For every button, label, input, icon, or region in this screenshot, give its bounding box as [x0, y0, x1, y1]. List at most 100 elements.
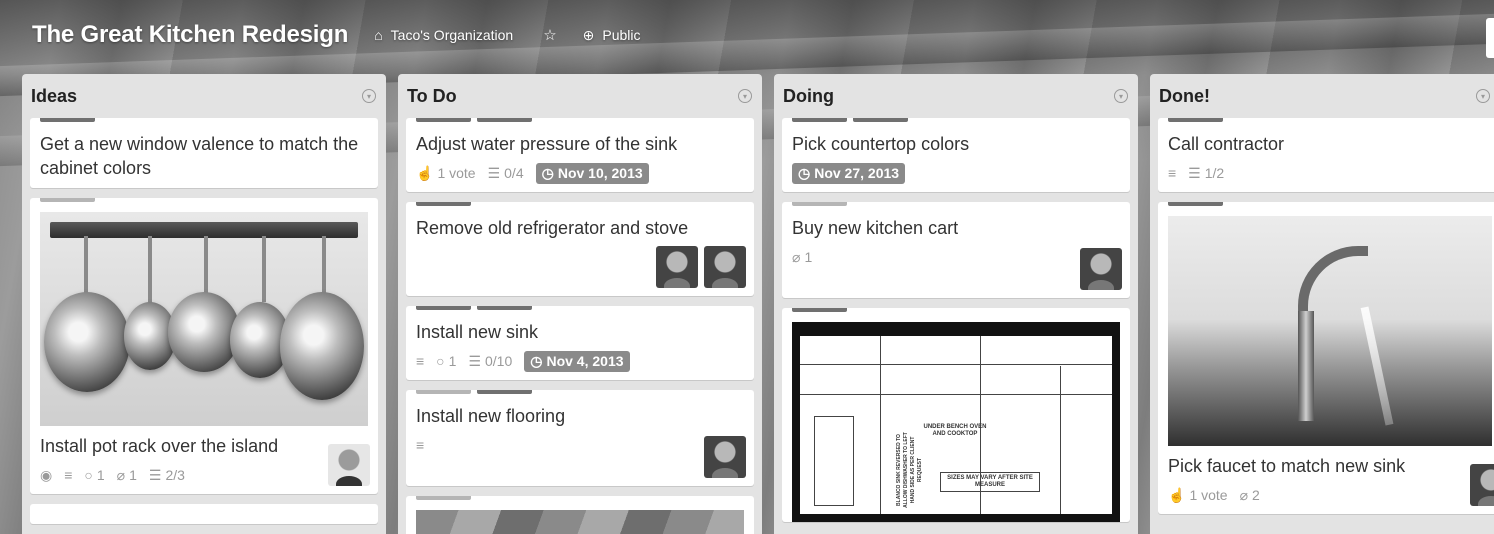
list-done: Done! ▾ Call contractor ≡ ☰ 1/2 Pick fauc… — [1150, 74, 1494, 534]
card-title: Install new sink — [416, 322, 539, 342]
comments-badge: ○ 1 — [84, 467, 104, 483]
comments-count: 1 — [96, 467, 105, 483]
comment-icon: ○ — [84, 467, 93, 483]
list-header: Done! ▾ — [1158, 74, 1494, 118]
chevron-circle-icon[interactable]: ▾ — [362, 89, 376, 103]
card-members — [1074, 248, 1122, 290]
plan-line — [800, 394, 1112, 395]
clock-icon: ◷ — [541, 164, 554, 181]
organization-link[interactable]: ⌂ Taco's Organization — [374, 27, 513, 43]
votes-count: 1 vote — [437, 165, 476, 181]
card-label — [853, 118, 908, 122]
pan-handle — [204, 236, 208, 296]
avatar[interactable] — [328, 444, 370, 486]
list-title[interactable]: Doing — [783, 86, 834, 107]
card-label — [40, 118, 95, 122]
chevron-circle-icon[interactable]: ▾ — [1476, 89, 1490, 103]
board-title[interactable]: The Great Kitchen Redesign — [32, 21, 348, 49]
card[interactable]: UNDER BENCH OVEN AND COOKTOP SIZES MAY V… — [782, 308, 1130, 522]
plan-line — [800, 364, 1112, 365]
due-date: Nov 10, 2013 — [557, 165, 643, 181]
attachments-badge: ⌀ 2 — [1240, 487, 1260, 504]
votes-badge: ☝ 1 vote — [1168, 487, 1228, 504]
clock-icon: ◷ — [530, 352, 543, 369]
visibility-button[interactable]: ⊕ Public — [583, 27, 641, 44]
organization-label: Taco's Organization — [390, 27, 514, 43]
card-label — [1168, 118, 1223, 122]
checklist-icon: ☰ — [487, 164, 501, 181]
card[interactable] — [30, 504, 378, 524]
card[interactable]: Buy new kitchen cart ⌀ 1 — [782, 202, 1130, 298]
pan-handle — [262, 236, 266, 302]
avatar[interactable] — [1080, 248, 1122, 290]
card-members — [322, 444, 370, 486]
checklist-badge: ☰ 0/4 — [488, 165, 524, 182]
checklist-icon: ☰ — [1188, 164, 1201, 181]
description-icon: ≡ — [1168, 165, 1177, 181]
org-icon: ⌂ — [374, 27, 383, 43]
checklist-icon: ☰ — [148, 466, 162, 483]
paperclip-icon: ⌀ — [1239, 486, 1249, 503]
due-date-badge[interactable]: ◷ Nov 10, 2013 — [535, 162, 649, 184]
list-to-do: To Do ▾ Adjust water pressure of the sin… — [398, 74, 762, 534]
card-label — [792, 202, 847, 206]
card-title: Install new flooring — [416, 406, 566, 426]
card-title: Get a new window valence to match the ca… — [40, 134, 359, 178]
globe-icon: ⊕ — [582, 26, 595, 43]
card-cover-image — [40, 212, 368, 426]
avatar[interactable] — [1470, 464, 1494, 506]
pan-handle — [148, 236, 152, 306]
card[interactable]: Pick faucet to match new sink ☝ 1 vote ⌀ 2 — [1158, 202, 1494, 514]
card[interactable]: Adjust water pressure of the sink ☝ 1 vot… — [406, 118, 754, 192]
card-label — [416, 390, 471, 394]
card[interactable]: Get a new window valence to match the ca… — [30, 118, 378, 188]
chevron-circle-icon[interactable]: ▾ — [1114, 89, 1128, 103]
checklist-badge: ☰ 1/2 — [1188, 165, 1224, 182]
card-badges: ◷ Nov 27, 2013 — [792, 162, 1120, 184]
list-header: Doing ▾ — [782, 74, 1130, 118]
star-icon[interactable]: ☆ — [543, 26, 556, 44]
comment-icon: ○ — [436, 353, 445, 369]
list-title[interactable]: Done! — [1159, 86, 1210, 107]
description-icon: ≡ — [416, 353, 425, 369]
card[interactable]: Install new flooring ≡ — [406, 390, 754, 486]
list-title[interactable]: To Do — [407, 86, 457, 107]
due-date-badge[interactable]: ◷ Nov 4, 2013 — [524, 350, 630, 372]
pan-handle — [322, 236, 326, 296]
card[interactable]: Install new sink ≡ ○ 1 ☰ 0/10 ◷ Nov 4, 2013 — [406, 306, 754, 380]
header-menu-button[interactable] — [1486, 18, 1494, 58]
visibility-label: Public — [602, 27, 641, 43]
card-members — [698, 436, 746, 478]
plan-note: BLANCO SINK REVERSED TO ALLOW DISHWASHER… — [896, 432, 923, 508]
card-badges: ◉ ≡ ○ 1 ⌀ 1 ☰ 2/3 — [40, 464, 368, 486]
due-date: Nov 4, 2013 — [546, 353, 624, 369]
card[interactable]: Call contractor ≡ ☰ 1/2 — [1158, 118, 1494, 192]
card[interactable]: Install pot rack over the island ◉ ≡ ○ 1 … — [30, 198, 378, 494]
card-title: Remove old refrigerator and stove — [416, 218, 689, 238]
card-label — [1168, 202, 1223, 206]
card-badges: ☝ 1 vote ⌀ 2 — [1168, 484, 1492, 506]
card-title: Buy new kitchen cart — [792, 218, 959, 238]
attachments-count: 1 — [129, 467, 137, 483]
card-label — [416, 202, 471, 206]
plan-line — [814, 416, 854, 506]
thumbs-up-icon: ☝ — [1168, 486, 1186, 503]
card[interactable] — [406, 496, 754, 534]
list-title[interactable]: Ideas — [31, 86, 77, 107]
card-label — [416, 306, 471, 310]
pan — [168, 292, 240, 372]
checklist-count: 2/3 — [165, 467, 185, 483]
card[interactable]: Remove old refrigerator and stove — [406, 202, 754, 296]
faucet-spout — [1298, 246, 1368, 316]
faucet-body — [1298, 311, 1314, 421]
comments-badge: ○ 1 — [436, 353, 456, 369]
avatar[interactable] — [704, 246, 746, 288]
card-label — [477, 118, 532, 122]
card[interactable]: Pick countertop colors ◷ Nov 27, 2013 — [782, 118, 1130, 192]
chevron-circle-icon[interactable]: ▾ — [738, 89, 752, 103]
avatar[interactable] — [704, 436, 746, 478]
avatar[interactable] — [656, 246, 698, 288]
card-title: Call contractor — [1168, 134, 1285, 154]
description-icon: ≡ — [416, 437, 425, 453]
due-date-badge[interactable]: ◷ Nov 27, 2013 — [792, 162, 906, 184]
